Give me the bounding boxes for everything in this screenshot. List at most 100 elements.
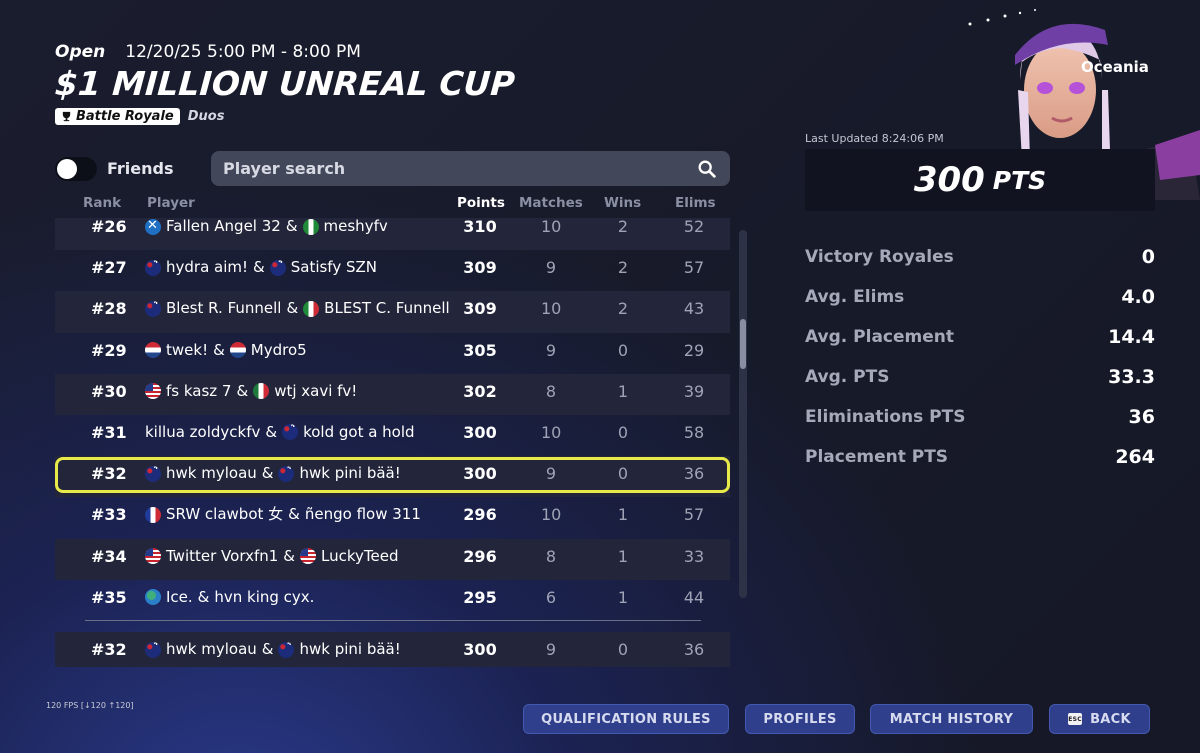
player-1-name: fs kasz 7 bbox=[166, 381, 232, 400]
toggle-knob bbox=[57, 158, 77, 179]
total-points-box: 300 PTS bbox=[805, 149, 1155, 211]
column-points[interactable]: Points bbox=[457, 195, 505, 211]
column-player[interactable]: Player bbox=[147, 195, 195, 211]
table-row[interactable]: #35 Ice. & hvn king cyx. 295 6 1 44 bbox=[55, 580, 730, 610]
ampersand: & bbox=[213, 340, 225, 359]
region-label: Oceania bbox=[1081, 58, 1149, 76]
player-2-name: LuckyTeed bbox=[321, 546, 399, 565]
usa-flag-icon bbox=[145, 548, 161, 564]
row-rank: #26 bbox=[91, 218, 127, 236]
fps-counter: 120 FPS [↓120 ↑120] bbox=[46, 701, 134, 710]
search-icon[interactable] bbox=[696, 158, 718, 180]
my-wins: 0 bbox=[617, 640, 629, 659]
row-wins: 2 bbox=[617, 218, 629, 236]
row-wins: 1 bbox=[617, 546, 629, 566]
row-matches: 10 bbox=[541, 422, 562, 442]
my-rank: #32 bbox=[91, 640, 127, 659]
my-players: hwk myloau & hwk pini bää! bbox=[145, 632, 401, 667]
row-players: SRW clawbot 女 & ñengo flow 311 bbox=[145, 497, 421, 532]
row-matches: 10 bbox=[541, 218, 562, 236]
event-header: Open 12/20/25 5:00 PM - 8:00 PM $1 MILLI… bbox=[53, 42, 517, 125]
mexico-flag-icon bbox=[253, 383, 270, 400]
netherlands-flag-icon bbox=[145, 342, 161, 359]
row-points: 305 bbox=[463, 340, 497, 360]
player-2-name: kold got a hold bbox=[303, 422, 415, 441]
column-wins[interactable]: Wins bbox=[604, 195, 641, 211]
player-1-name: killua zoldyckfv bbox=[145, 422, 261, 441]
friends-toggle[interactable] bbox=[55, 156, 97, 181]
column-elims[interactable]: Elims bbox=[675, 195, 716, 211]
my-matches: 9 bbox=[545, 640, 557, 659]
player-2-name: wtj xavi fv! bbox=[274, 381, 358, 400]
row-elims: 29 bbox=[683, 340, 705, 360]
nigeria-flag-icon bbox=[302, 218, 319, 235]
stat-value: 4.0 bbox=[1121, 286, 1155, 308]
row-wins: 0 bbox=[617, 464, 629, 484]
table-row[interactable]: #32 hwk myloau& hwk pini bää! 300 9 0 36 bbox=[55, 456, 730, 498]
row-elims: 57 bbox=[683, 258, 705, 278]
row-rank: #34 bbox=[91, 546, 127, 566]
row-elims: 44 bbox=[683, 587, 705, 607]
stat-row: Eliminations PTS 36 bbox=[805, 397, 1155, 437]
ampersand: & bbox=[288, 505, 300, 524]
row-rank: #33 bbox=[91, 505, 127, 525]
player-2-name: hwk pini bää! bbox=[299, 464, 401, 483]
table-row[interactable]: #26 Fallen Angel 32& meshyfv 310 10 2 52 bbox=[55, 218, 730, 251]
player-1-name: hwk myloau bbox=[166, 464, 257, 483]
table-row[interactable]: #28 Blest R. Funnell& BLEST C. Funnell 309 1… bbox=[55, 291, 730, 333]
table-row[interactable]: #31 killua zoldyckfv& kold got a hold 300 10… bbox=[55, 415, 730, 456]
scrollbar[interactable] bbox=[739, 230, 747, 598]
scroll-thumb[interactable] bbox=[740, 319, 746, 369]
usa-flag-icon bbox=[145, 383, 161, 400]
row-matches: 8 bbox=[545, 546, 557, 566]
row-rank: #28 bbox=[91, 299, 127, 319]
row-matches: 8 bbox=[545, 381, 557, 401]
qualification-rules-button[interactable]: QUALIFICATION RULES bbox=[523, 704, 729, 734]
player-1-name: twek! bbox=[166, 340, 209, 359]
usa-flag-icon bbox=[300, 548, 316, 564]
table-row[interactable]: #33 SRW clawbot 女 & ñengo flow 311 296 10 1 57 bbox=[55, 497, 730, 538]
row-rank: #32 bbox=[91, 464, 127, 484]
divider bbox=[85, 620, 701, 621]
netherlands-flag-icon bbox=[229, 342, 246, 359]
row-elims: 33 bbox=[683, 546, 705, 566]
team-stats-panel: Last Updated 8:24:06 PM 300 PTS Victory … bbox=[805, 132, 1155, 477]
row-players: Ice. & hvn king cyx. bbox=[145, 580, 314, 610]
table-row[interactable]: #34 Twitter Vorxfn1 & LuckyTeed 296 8 1 33 bbox=[55, 538, 730, 580]
table-row[interactable]: #27 hydra aim!& Satisfy SZN 309 9 2 57 bbox=[55, 250, 730, 291]
row-elims: 52 bbox=[683, 218, 705, 236]
total-points-value: 300 bbox=[913, 160, 985, 200]
stat-label: Avg. Placement bbox=[805, 327, 955, 347]
row-rank: #27 bbox=[91, 258, 127, 278]
my-team-row[interactable]: #32 hwk myloau & hwk pini bää! 300 9 0 3… bbox=[55, 632, 730, 667]
row-points: 296 bbox=[463, 546, 497, 566]
australia-flag-icon bbox=[282, 424, 299, 441]
stat-value: 33.3 bbox=[1108, 366, 1155, 388]
ampersand: & bbox=[283, 546, 295, 565]
row-wins: 1 bbox=[617, 381, 629, 401]
profiles-button[interactable]: PROFILES bbox=[745, 704, 855, 734]
column-rank[interactable]: Rank bbox=[83, 195, 121, 211]
row-wins: 0 bbox=[617, 340, 629, 360]
page-title: $1 MILLION UNREAL CUP bbox=[53, 64, 517, 103]
last-updated: Last Updated 8:24:06 PM bbox=[805, 132, 944, 145]
back-button[interactable]: ESC BACK bbox=[1049, 704, 1150, 734]
row-wins: 1 bbox=[617, 587, 629, 607]
leaderboard-table: #26Fallen Angel 32&meshyfv31010252#27hyd… bbox=[55, 218, 730, 610]
match-history-button[interactable]: MATCH HISTORY bbox=[870, 704, 1033, 734]
row-points: 300 bbox=[463, 422, 497, 442]
row-points: 310 bbox=[463, 218, 497, 236]
globe-icon bbox=[145, 589, 161, 606]
row-players: hydra aim!& Satisfy SZN bbox=[145, 250, 377, 285]
row-rank: #30 bbox=[91, 381, 127, 401]
my-points: 300 bbox=[463, 640, 497, 659]
leaderboard-controls: Friends bbox=[55, 151, 730, 186]
table-row[interactable]: #29 twek! & Mydro5 305 9 0 29 bbox=[55, 333, 730, 374]
stat-label: Placement PTS bbox=[805, 447, 949, 467]
my-player-2: hwk pini bää! bbox=[299, 640, 401, 658]
column-matches[interactable]: Matches bbox=[519, 195, 583, 211]
stat-value: 0 bbox=[1141, 246, 1155, 268]
row-matches: 9 bbox=[545, 340, 557, 360]
table-row[interactable]: #30 fs kasz 7 & wtj xavi fv! 302 8 1 39 bbox=[55, 373, 730, 415]
search-input[interactable] bbox=[223, 159, 696, 178]
